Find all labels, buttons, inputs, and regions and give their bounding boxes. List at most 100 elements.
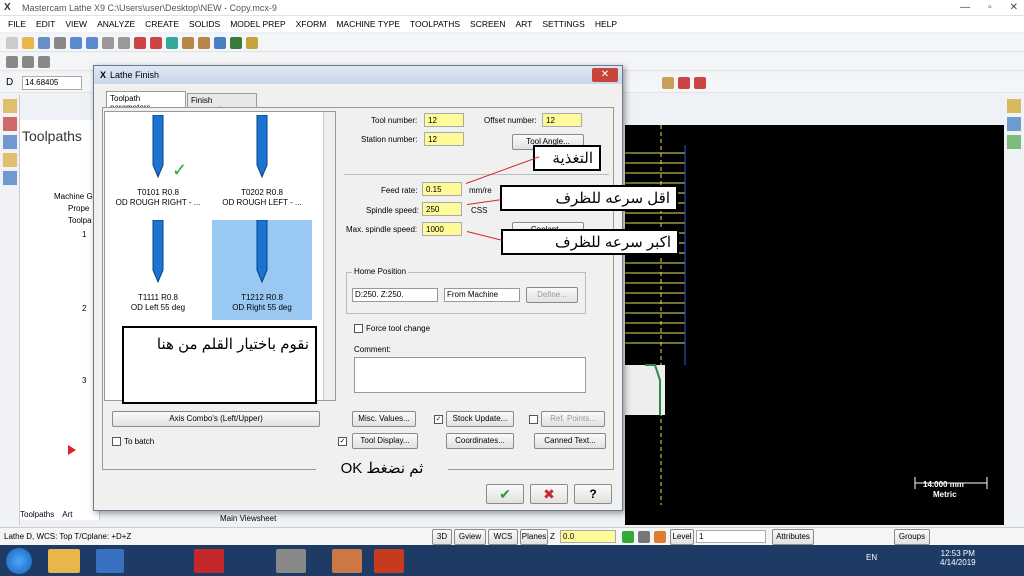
menu-edit[interactable]: EDIT bbox=[36, 19, 55, 29]
print-icon[interactable] bbox=[54, 36, 66, 49]
coordinates-button[interactable]: Coordinates... bbox=[446, 433, 514, 449]
max-spindle-field[interactable]: 1000 bbox=[422, 222, 462, 236]
menu-machine-type[interactable]: MACHINE TYPE bbox=[336, 19, 400, 29]
dialog-close-button[interactable]: ✕ bbox=[592, 68, 618, 82]
tab-finish-parameters[interactable]: Finish parameters bbox=[187, 93, 257, 114]
quick-mask-icon[interactable] bbox=[1007, 135, 1021, 149]
status-level-value[interactable]: 1 bbox=[696, 530, 766, 543]
menu-xform[interactable]: XFORM bbox=[296, 19, 327, 29]
home-value-field[interactable]: D:250. Z:250. bbox=[352, 288, 438, 302]
pencil-icon[interactable] bbox=[246, 36, 258, 49]
stop-icon-2[interactable] bbox=[694, 76, 706, 89]
toolstrip-icon[interactable] bbox=[3, 153, 17, 167]
clock[interactable]: 12:53 PM 4/14/2019 bbox=[940, 549, 976, 567]
toolstrip-icon[interactable] bbox=[3, 171, 17, 185]
stop-icon[interactable] bbox=[678, 76, 690, 89]
status-z-value[interactable]: 0.0 bbox=[560, 530, 616, 543]
open-file-icon[interactable] bbox=[22, 36, 34, 49]
snipping-tool-icon[interactable] bbox=[332, 549, 362, 573]
tree-machine-group[interactable]: Machine Gr bbox=[54, 192, 95, 201]
toolstrip-icon[interactable] bbox=[3, 117, 17, 131]
zoom-out-icon[interactable] bbox=[150, 36, 162, 49]
quick-mask-icon[interactable] bbox=[1007, 117, 1021, 131]
ref-points-checkbox[interactable] bbox=[529, 415, 538, 424]
view-iso-icon[interactable] bbox=[198, 36, 210, 49]
rotate-icon[interactable] bbox=[166, 36, 178, 49]
solidworks-icon[interactable] bbox=[194, 549, 224, 573]
status-attributes[interactable]: Attributes bbox=[772, 528, 814, 545]
menu-solids[interactable]: SOLIDS bbox=[189, 19, 220, 29]
offset-number-field[interactable]: 12 bbox=[542, 113, 582, 127]
cancel-button[interactable]: ✖ bbox=[530, 484, 568, 504]
globe-icon[interactable] bbox=[214, 36, 226, 49]
tool-item-t1212[interactable]: T1212 R0.8 OD Right 55 deg bbox=[212, 219, 312, 320]
tool-item-t1111[interactable]: T1111 R0.8 OD Left 55 deg bbox=[108, 219, 208, 320]
menu-art[interactable]: ART bbox=[515, 19, 532, 29]
status-wcs[interactable]: WCS bbox=[488, 528, 518, 545]
tree-toolpath-group[interactable]: Toolpa bbox=[68, 216, 92, 225]
shade-icon[interactable] bbox=[230, 36, 242, 49]
toolstrip-icon[interactable] bbox=[3, 135, 17, 149]
redo-icon[interactable] bbox=[86, 36, 98, 49]
line-color-icon[interactable] bbox=[654, 530, 666, 543]
tool-item-t0202[interactable]: T0202 R0.8 OD ROUGH LEFT - ... bbox=[212, 114, 312, 215]
stock-update-button[interactable]: Stock Update... bbox=[446, 411, 514, 427]
explorer-icon[interactable] bbox=[48, 549, 80, 573]
spindle-speed-field[interactable]: 250 bbox=[422, 202, 462, 216]
mastercam-task-icon[interactable] bbox=[276, 549, 306, 573]
d-value-input[interactable]: 14.68405 bbox=[22, 75, 82, 90]
station-number-field[interactable]: 12 bbox=[424, 132, 464, 146]
misc-values-button[interactable]: Misc. Values... bbox=[352, 411, 416, 427]
point-style-icon[interactable] bbox=[638, 530, 650, 543]
color-icon[interactable] bbox=[622, 530, 634, 543]
media-player-icon[interactable] bbox=[96, 549, 124, 573]
new-file-icon[interactable] bbox=[6, 36, 18, 49]
viewsheet-tab[interactable]: Main Viewsheet bbox=[220, 514, 276, 523]
menu-settings[interactable]: SETTINGS bbox=[542, 19, 585, 29]
status-level[interactable]: Level bbox=[670, 528, 694, 545]
menu-model-prep[interactable]: MODEL PREP bbox=[230, 19, 285, 29]
menu-screen[interactable]: SCREEN bbox=[470, 19, 505, 29]
zoom-fit-icon[interactable] bbox=[102, 36, 114, 49]
solid-icon[interactable] bbox=[662, 76, 674, 89]
ok-button[interactable]: ✔ bbox=[486, 484, 524, 504]
force-tool-change-checkbox[interactable] bbox=[354, 324, 363, 333]
tool-number-field[interactable]: 12 bbox=[424, 113, 464, 127]
circle-icon[interactable] bbox=[22, 55, 34, 68]
start-button-icon[interactable] bbox=[6, 548, 32, 574]
feed-unit-radio[interactable]: mm/re bbox=[469, 186, 492, 195]
line-icon[interactable] bbox=[38, 55, 50, 68]
language-indicator[interactable]: EN bbox=[866, 553, 877, 562]
view-cube-icon[interactable] bbox=[182, 36, 194, 49]
save-icon[interactable] bbox=[38, 36, 50, 49]
tool-display-button[interactable]: Tool Display... bbox=[352, 433, 418, 449]
define-button[interactable]: Define... bbox=[526, 287, 578, 303]
comment-textarea[interactable] bbox=[354, 357, 586, 393]
tree-op-3[interactable]: 3 bbox=[82, 376, 86, 385]
axis-combo-button[interactable]: Axis Combo's (Left/Upper) bbox=[112, 411, 320, 427]
status-groups[interactable]: Groups bbox=[894, 528, 930, 545]
tool-item-t0101[interactable]: ✓ T0101 R0.8 OD ROUGH RIGHT - ... bbox=[108, 114, 208, 215]
tree-op-2[interactable]: 2 bbox=[82, 304, 86, 313]
menu-analyze[interactable]: ANALYZE bbox=[97, 19, 135, 29]
cube-icon[interactable] bbox=[646, 77, 658, 89]
menu-file[interactable]: FILE bbox=[8, 19, 26, 29]
restore-icon[interactable]: ▫ bbox=[988, 2, 992, 13]
menu-create[interactable]: CREATE bbox=[145, 19, 179, 29]
close-window-icon[interactable]: ✕ bbox=[1010, 2, 1018, 13]
canned-text-button[interactable]: Canned Text... bbox=[534, 433, 606, 449]
undo-icon[interactable] bbox=[70, 36, 82, 49]
tool-list-scrollbar[interactable] bbox=[323, 112, 335, 400]
tree-properties[interactable]: Prope bbox=[68, 204, 89, 213]
status-3d[interactable]: 3D bbox=[432, 528, 452, 545]
to-batch-checkbox[interactable] bbox=[112, 437, 121, 446]
help-button[interactable]: ? bbox=[574, 484, 612, 504]
menu-toolpaths[interactable]: TOOLPATHS bbox=[410, 19, 460, 29]
feed-rate-field[interactable]: 0.15 bbox=[422, 182, 462, 196]
tab-toolpath-parameters[interactable]: Toolpath parameters bbox=[106, 91, 186, 112]
powerpoint-icon[interactable] bbox=[374, 549, 404, 573]
toolstrip-icon[interactable] bbox=[3, 99, 17, 113]
menu-help[interactable]: HELP bbox=[595, 19, 617, 29]
arrow-icon[interactable] bbox=[6, 55, 18, 68]
tool-display-checkbox[interactable]: ✓ bbox=[338, 437, 347, 446]
